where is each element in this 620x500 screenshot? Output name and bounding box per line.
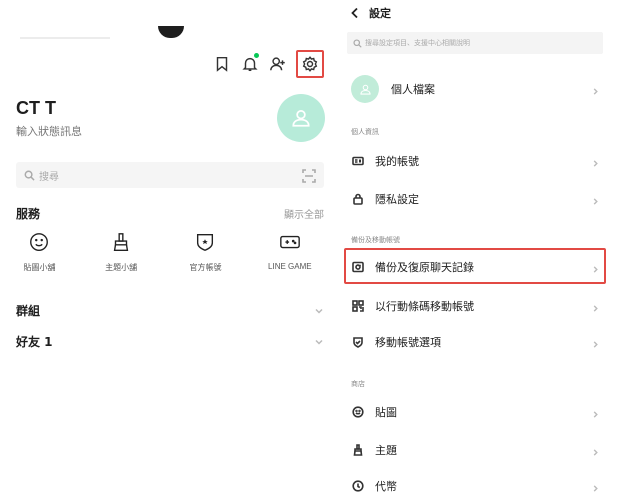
settings-item-backup-restore[interactable]: 備份及復原聊天記錄 (343, 257, 605, 277)
chevron-right-icon (592, 80, 599, 99)
person-icon (292, 109, 310, 127)
avatar (351, 75, 379, 103)
profile-name[interactable]: CT T (16, 98, 56, 119)
coin-icon (351, 479, 365, 493)
service-label: 官方帳號 (189, 263, 222, 272)
settings-item-label: 隱私設定 (375, 193, 419, 206)
settings-item-profile[interactable]: 個人檔案 (343, 74, 605, 104)
section-header-personal: 個人資訊 (351, 128, 379, 136)
chevron-right-icon (592, 333, 599, 352)
home-search-input[interactable]: 搜尋 (16, 162, 324, 188)
search-placeholder: 搜尋 (39, 171, 59, 183)
person-icon (359, 84, 371, 95)
service-label: 貼圖小舖 (23, 263, 56, 272)
settings-item-my-account[interactable]: 我的帳號 (343, 152, 605, 170)
friends-section-row[interactable]: 好友 1 (16, 332, 324, 351)
settings-item-label: 備份及復原聊天記錄 (375, 261, 474, 274)
bell-icon[interactable] (236, 51, 264, 77)
lock-icon (351, 192, 365, 206)
brush-icon (351, 443, 365, 457)
smiley-icon (351, 405, 365, 419)
settings-item-label: 以行動條碼移動帳號 (375, 300, 474, 313)
scan-qr-icon[interactable] (302, 168, 316, 183)
status-bar-notch (158, 26, 184, 38)
home-panel: CT T 輸入狀態訊息 搜尋 服務 顯示全部 貼圖小舖 主題小舖 官方帳號 LI… (0, 0, 332, 500)
services-title: 服務 (16, 207, 41, 221)
settings-item-stickers[interactable]: 貼圖 (343, 403, 605, 421)
settings-panel: 設定 搜尋設定項目、支援中心相關說明 個人檔案 個人資訊 我的帳號 隱私設定 備… (343, 0, 611, 500)
settings-gear-button[interactable] (296, 50, 324, 78)
gamepad-icon (278, 230, 302, 254)
back-arrow-icon[interactable] (349, 7, 361, 19)
settings-item-transfer-options[interactable]: 移動帳號選項 (343, 333, 605, 351)
notification-dot (254, 53, 259, 58)
service-sticker-shop[interactable]: 貼圖小舖 (0, 230, 79, 273)
services-show-all-link[interactable]: 顯示全部 (284, 206, 324, 221)
bookmark-icon[interactable] (208, 51, 236, 77)
settings-item-label: 代幣 (375, 480, 397, 493)
id-card-icon (351, 154, 365, 168)
chevron-right-icon (592, 297, 599, 316)
smiley-icon (27, 230, 51, 254)
status-bar-divider (20, 37, 110, 39)
section-header-shop: 商店 (351, 380, 365, 388)
settings-search-input[interactable]: 搜尋設定項目、支援中心相關說明 (347, 32, 603, 54)
search-icon (353, 38, 362, 48)
service-theme-shop[interactable]: 主題小舖 (79, 230, 163, 273)
friends-label: 好友 1 (16, 335, 53, 349)
chevron-right-icon (592, 152, 599, 171)
settings-item-qr-transfer[interactable]: 以行動條碼移動帳號 (343, 297, 605, 315)
profile-status-message[interactable]: 輸入狀態訊息 (16, 123, 82, 139)
service-official-accounts[interactable]: 官方帳號 (163, 230, 247, 273)
chevron-right-icon (592, 258, 599, 277)
shield-check-icon (351, 335, 365, 349)
add-friend-icon[interactable] (264, 51, 292, 77)
groups-label: 群組 (16, 304, 41, 318)
home-header-icons (208, 50, 324, 78)
service-label: 主題小舖 (105, 263, 138, 272)
avatar[interactable] (277, 94, 325, 142)
settings-item-coins[interactable]: 代幣 (343, 477, 605, 495)
settings-header: 設定 (349, 4, 391, 22)
gear-icon (302, 56, 318, 72)
chevron-right-icon (592, 441, 599, 460)
settings-item-label: 我的帳號 (375, 155, 419, 168)
section-header-backup: 備份及移動帳號 (351, 236, 400, 244)
service-label: LINE GAME (268, 262, 312, 271)
settings-item-label: 個人檔案 (391, 83, 435, 96)
settings-item-label: 貼圖 (375, 406, 397, 419)
services-grid: 貼圖小舖 主題小舖 官方帳號 LINE GAME (0, 230, 332, 273)
page-title: 設定 (369, 7, 391, 20)
shield-star-icon (193, 230, 217, 254)
chevron-right-icon (592, 477, 599, 496)
chevron-right-icon (592, 190, 599, 209)
service-line-game[interactable]: LINE GAME (248, 230, 332, 273)
qr-code-icon (351, 299, 365, 313)
backup-icon (351, 260, 365, 274)
settings-item-label: 主題 (375, 444, 397, 457)
groups-section-row[interactable]: 群組 (16, 301, 324, 320)
brush-icon (109, 230, 133, 254)
search-icon (24, 170, 35, 181)
settings-item-themes[interactable]: 主題 (343, 441, 605, 459)
chevron-right-icon (592, 403, 599, 422)
chevron-down-icon (314, 332, 324, 351)
settings-search-placeholder: 搜尋設定項目、支援中心相關說明 (365, 39, 470, 47)
settings-item-label: 移動帳號選項 (375, 336, 441, 349)
chevron-down-icon (314, 301, 324, 320)
settings-item-privacy[interactable]: 隱私設定 (343, 190, 605, 208)
